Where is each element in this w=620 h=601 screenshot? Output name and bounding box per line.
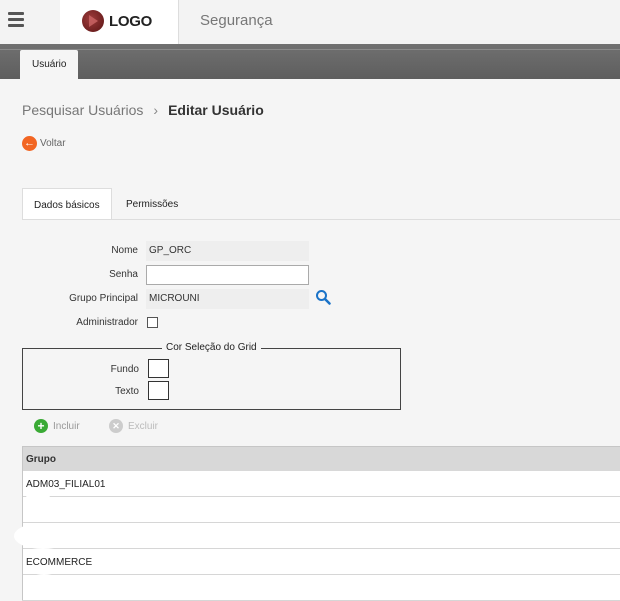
hamburger-menu-icon[interactable] <box>8 12 24 32</box>
tab-permissoes[interactable]: Permissões <box>126 188 178 219</box>
plus-icon: + <box>34 419 48 433</box>
breadcrumb-current: Editar Usuário <box>168 102 264 118</box>
grupo-principal-label: Grupo Principal <box>69 293 138 304</box>
administrador-label: Administrador <box>76 317 138 328</box>
tab-dados-basicos[interactable]: Dados básicos <box>22 188 112 219</box>
grupo-principal-field: MICROUNI <box>146 289 309 309</box>
texto-label: Texto <box>115 386 139 397</box>
grid-color-fieldset <box>22 348 401 410</box>
tab-usuario-label: Usuário <box>32 59 67 70</box>
grupo-header-label: Grupo <box>26 454 56 465</box>
table-row[interactable]: ECOMMERCE <box>22 549 620 575</box>
redacted-mark <box>24 574 64 600</box>
redacted-mark <box>24 490 52 518</box>
tab-dados-basicos-label: Dados básicos <box>34 200 100 211</box>
arrow-left-icon: ← <box>22 136 37 151</box>
table-row[interactable] <box>22 497 620 523</box>
nome-label: Nome <box>111 245 138 256</box>
breadcrumb-separator: › <box>153 102 159 118</box>
breadcrumb: Pesquisar Usuários › Editar Usuário <box>22 102 264 118</box>
fundo-color-picker[interactable] <box>148 359 169 378</box>
logo: LOGO <box>60 0 179 44</box>
grid-color-legend: Cor Seleção do Grid <box>162 342 261 353</box>
table-row[interactable] <box>22 523 620 549</box>
fundo-label: Fundo <box>110 364 139 375</box>
nome-field: GP_ORC <box>146 241 309 261</box>
senha-input[interactable] <box>146 265 309 285</box>
tab-usuario[interactable]: Usuário <box>20 50 78 79</box>
app-title: Segurança <box>200 12 273 29</box>
redacted-mark <box>14 523 72 549</box>
tab-bar-divider <box>0 49 620 50</box>
logo-mark-icon <box>82 10 104 32</box>
back-label: Voltar <box>40 138 66 149</box>
grupo-column-header[interactable]: Grupo <box>22 446 620 471</box>
incluir-label: Incluir <box>53 421 80 432</box>
search-icon[interactable] <box>315 289 331 305</box>
breadcrumb-pesquisar-usuarios[interactable]: Pesquisar Usuários <box>22 102 143 118</box>
senha-label: Senha <box>109 269 138 280</box>
grid-left-border <box>22 446 23 600</box>
grupo-cell: ECOMMERCE <box>26 557 93 568</box>
table-row[interactable] <box>22 575 620 601</box>
table-row[interactable]: ADM03_FILIAL01 <box>22 471 620 497</box>
administrador-checkbox[interactable] <box>147 317 158 328</box>
tab-permissoes-label: Permissões <box>126 199 179 210</box>
excluir-label: Excluir <box>128 421 159 432</box>
logo-text: LOGO <box>109 13 152 30</box>
top-bar: LOGO Segurança <box>0 0 620 44</box>
grupo-cell: ADM03_FILIAL01 <box>26 479 106 490</box>
texto-color-picker[interactable] <box>148 381 169 400</box>
subtab-divider <box>22 219 620 220</box>
close-icon: ✕ <box>109 419 123 433</box>
